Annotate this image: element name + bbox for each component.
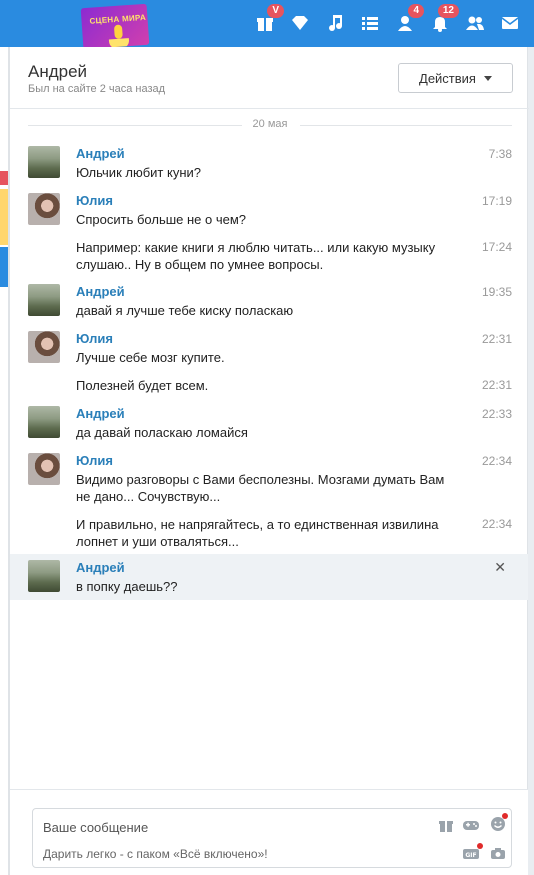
close-icon[interactable]: ✕ xyxy=(494,559,506,576)
message-item: Андрей да давай поласкаю ломайся 22:33 xyxy=(10,400,528,446)
message-item: Юлия Спросить больше не о чем? 17:19 xyxy=(10,187,528,233)
message-item: Андрей Юльчик любит куни? 7:38 xyxy=(10,140,528,186)
message-text: Например: какие книги я люблю читать... … xyxy=(76,240,436,272)
message-item: Андрей давай я лучше тебе киску поласкаю… xyxy=(10,278,528,324)
message-author[interactable]: Андрей xyxy=(76,406,125,421)
message-author[interactable]: Юлия xyxy=(76,453,113,468)
avatar[interactable] xyxy=(28,560,60,592)
smile-notification-dot xyxy=(502,813,508,819)
message-input[interactable]: Ваше сообщение Дарить легко - с паком «В… xyxy=(32,808,512,868)
guests-icon[interactable]: 4 xyxy=(394,4,424,34)
mail-icon[interactable] xyxy=(499,12,521,34)
guests-badge: 4 xyxy=(408,4,424,18)
message-time: 19:35 xyxy=(481,285,512,299)
left-sidebar-edge xyxy=(0,47,9,875)
avatar[interactable] xyxy=(28,146,60,178)
sidebar-marker-blue xyxy=(0,247,8,287)
actions-dropdown-button[interactable]: Действия xyxy=(398,63,513,93)
message-text: Полезней будет всем. xyxy=(76,378,209,393)
actions-label: Действия xyxy=(419,70,476,86)
music-icon[interactable] xyxy=(325,12,347,34)
message-item: Например: какие книги я люблю читать... … xyxy=(10,234,528,276)
message-text: давай я лучше тебе киску поласкаю xyxy=(76,303,294,318)
message-author[interactable]: Андрей xyxy=(76,146,125,161)
bell-icon[interactable]: 12 xyxy=(429,4,459,34)
message-author[interactable]: Андрей xyxy=(76,284,125,299)
avatar[interactable] xyxy=(28,331,60,363)
gift-badge: V xyxy=(267,4,284,18)
gift-icon[interactable]: V xyxy=(254,4,284,34)
contact-name[interactable]: Андрей xyxy=(28,62,87,82)
diamond-icon[interactable] xyxy=(289,12,311,34)
gamepad-icon[interactable] xyxy=(462,817,480,833)
gift-pack-promo-link[interactable]: Дарить легко - с паком «Всё включено»! xyxy=(43,847,268,861)
message-author[interactable]: Юлия xyxy=(76,331,113,346)
message-placeholder: Ваше сообщение xyxy=(43,820,149,835)
message-item: Юлия Лучше себе мозг купите. 22:31 xyxy=(10,325,528,371)
message-time: 22:34 xyxy=(481,517,512,531)
chat-panel: Андрей Был на сайте 2 часа назад Действи… xyxy=(9,47,529,875)
message-text: Видимо разговоры с Вами бесполезны. Мозг… xyxy=(76,472,445,504)
message-text: да давай поласкаю ломайся xyxy=(76,425,248,440)
notifications-badge: 12 xyxy=(437,4,459,18)
message-item-selected[interactable]: Андрей в попку даешь?? ✕ xyxy=(10,554,528,600)
message-text: Лучше себе мозг купите. xyxy=(76,350,225,365)
avatar[interactable] xyxy=(28,284,60,316)
date-label: 20 мая xyxy=(252,118,288,130)
gif-notification-dot xyxy=(477,843,483,849)
message-time: 17:19 xyxy=(481,194,512,208)
message-text: в попку даешь?? xyxy=(76,579,178,594)
message-text: Спросить больше не о чем? xyxy=(76,212,247,227)
message-time: 22:31 xyxy=(481,332,512,346)
composer-area: Ваше сообщение Дарить легко - с паком «В… xyxy=(10,789,528,875)
chat-header: Андрей Был на сайте 2 часа назад Действи… xyxy=(10,47,529,109)
avatar[interactable] xyxy=(28,406,60,438)
message-time: 22:34 xyxy=(481,454,512,468)
message-time: 22:33 xyxy=(481,407,512,421)
friends-icon[interactable] xyxy=(464,12,486,34)
avatar[interactable] xyxy=(28,453,60,485)
message-item: Юлия Видимо разговоры с Вами бесполезны.… xyxy=(10,447,528,511)
message-item: Полезней будет всем. 22:31 xyxy=(10,372,528,400)
top-navigation-bar: СЦЕНА МИРА V 4 12 xyxy=(0,0,534,50)
message-time: 22:31 xyxy=(481,378,512,392)
contact-status: Был на сайте 2 часа назад xyxy=(28,83,166,95)
date-separator: 20 мая xyxy=(28,117,512,133)
camera-icon[interactable] xyxy=(489,845,507,861)
message-text: Юльчик любит куни? xyxy=(76,165,201,180)
gift-icon[interactable] xyxy=(437,817,455,833)
sidebar-marker-red xyxy=(0,171,8,185)
message-time: 17:24 xyxy=(481,240,512,254)
promo-banner[interactable]: СЦЕНА МИРА xyxy=(80,3,150,50)
message-time: 7:38 xyxy=(488,147,512,161)
message-author[interactable]: Андрей xyxy=(76,560,125,575)
list-icon[interactable] xyxy=(359,12,381,34)
sidebar-marker-yellow xyxy=(0,189,8,245)
avatar[interactable] xyxy=(28,193,60,225)
message-text: И правильно, не напрягайтесь, а то единс… xyxy=(76,517,439,549)
message-author[interactable]: Юлия xyxy=(76,193,113,208)
microphone-icon xyxy=(113,24,123,40)
message-item: И правильно, не напрягайтесь, а то единс… xyxy=(10,512,528,552)
caret-down-icon xyxy=(483,75,492,81)
svg-text:GIF: GIF xyxy=(465,852,476,859)
